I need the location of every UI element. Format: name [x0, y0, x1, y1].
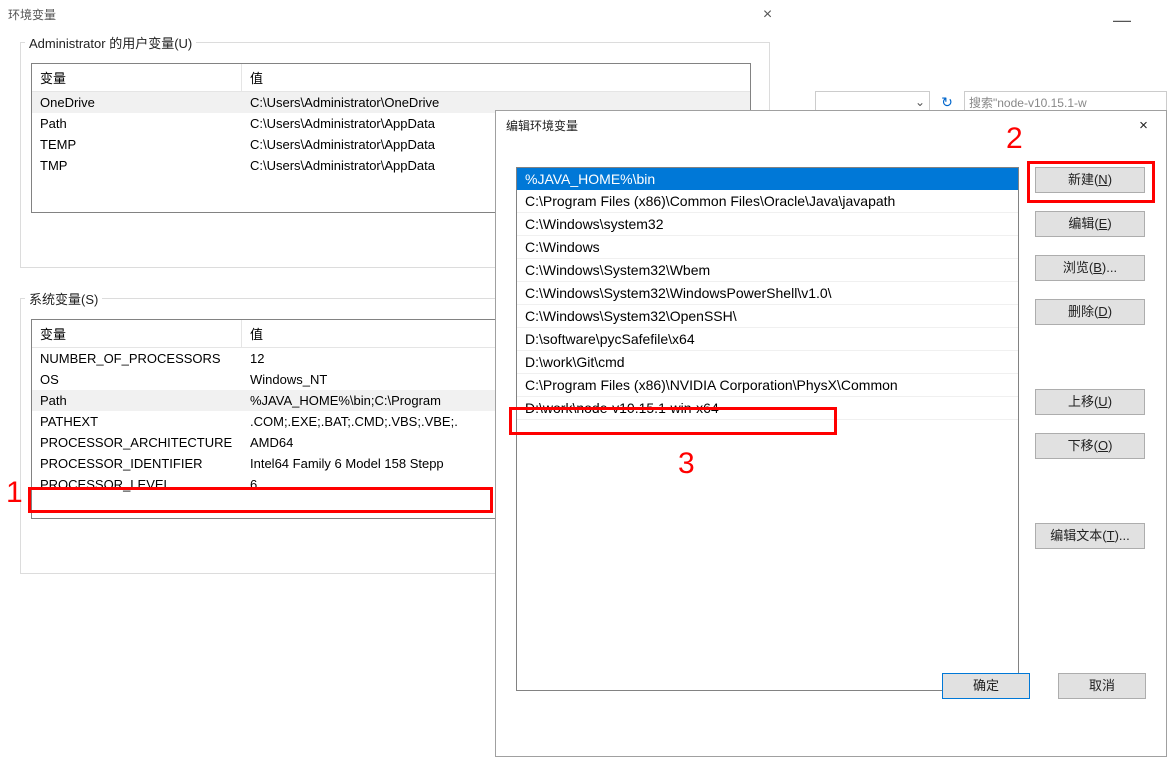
close-icon[interactable]: × [1121, 112, 1166, 140]
user-vars-header-var: 变量 [32, 64, 242, 91]
refresh-icon[interactable]: ↻ [938, 94, 956, 111]
list-item[interactable]: D:\software\pycSafefile\x64 [517, 328, 1018, 351]
list-item[interactable]: C:\Windows\System32\WindowsPowerShell\v1… [517, 282, 1018, 305]
edit-button[interactable]: 编辑(E) [1035, 211, 1145, 237]
list-item[interactable]: C:\Program Files (x86)\NVIDIA Corporatio… [517, 374, 1018, 397]
edit-dialog-title: 编辑环境变量 [506, 111, 578, 141]
ok-button[interactable]: 确定 [942, 673, 1030, 699]
env-vars-title: 环境变量 [8, 0, 56, 30]
bg-minimize-icon: — [1107, 10, 1137, 31]
list-item[interactable]: D:\work\node-v10.15.1-win-x64 [517, 397, 1018, 420]
user-vars-legend: Administrator 的用户变量(U) [25, 33, 196, 52]
env-vars-titlebar: 环境变量 × [0, 0, 790, 30]
move-down-button[interactable]: 下移(O) [1035, 433, 1145, 459]
cancel-button[interactable]: 取消 [1058, 673, 1146, 699]
path-listbox[interactable]: %JAVA_HOME%\bin C:\Program Files (x86)\C… [516, 167, 1019, 691]
list-item[interactable]: %JAVA_HOME%\bin [517, 168, 1018, 190]
user-vars-header-val: 值 [242, 64, 750, 91]
system-vars-header-var: 变量 [32, 320, 242, 347]
list-item[interactable]: D:\work\Git\cmd [517, 351, 1018, 374]
delete-button[interactable]: 删除(D) [1035, 299, 1145, 325]
close-icon[interactable]: × [745, 1, 790, 29]
list-item[interactable]: C:\Windows\System32\OpenSSH\ [517, 305, 1018, 328]
chevron-down-icon: ⌄ [915, 95, 925, 109]
browse-button[interactable]: 浏览(B)... [1035, 255, 1145, 281]
list-item[interactable]: C:\Windows\System32\Wbem [517, 259, 1018, 282]
edit-dialog-titlebar: 编辑环境变量 × [496, 111, 1166, 141]
move-up-button[interactable]: 上移(U) [1035, 389, 1145, 415]
list-item[interactable]: C:\Program Files (x86)\Common Files\Orac… [517, 190, 1018, 213]
list-item[interactable]: C:\Windows\system32 [517, 213, 1018, 236]
edit-env-var-dialog: 编辑环境变量 × %JAVA_HOME%\bin C:\Program File… [495, 110, 1167, 757]
system-vars-legend: 系统变量(S) [25, 289, 102, 308]
list-item[interactable]: C:\Windows [517, 236, 1018, 259]
new-button[interactable]: 新建(N) [1035, 167, 1145, 193]
edit-text-button[interactable]: 编辑文本(T)... [1035, 523, 1145, 549]
